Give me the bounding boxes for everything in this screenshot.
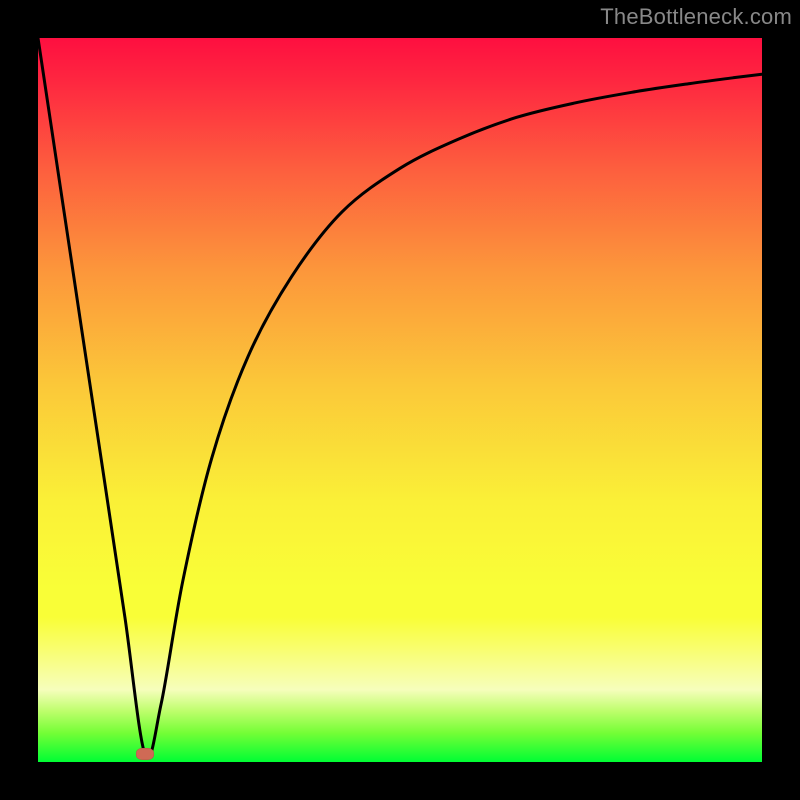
optimal-point-marker — [136, 748, 154, 760]
watermark-label: TheBottleneck.com — [600, 4, 792, 30]
bottleneck-curve — [38, 38, 762, 762]
chart-plot-area — [38, 38, 762, 762]
